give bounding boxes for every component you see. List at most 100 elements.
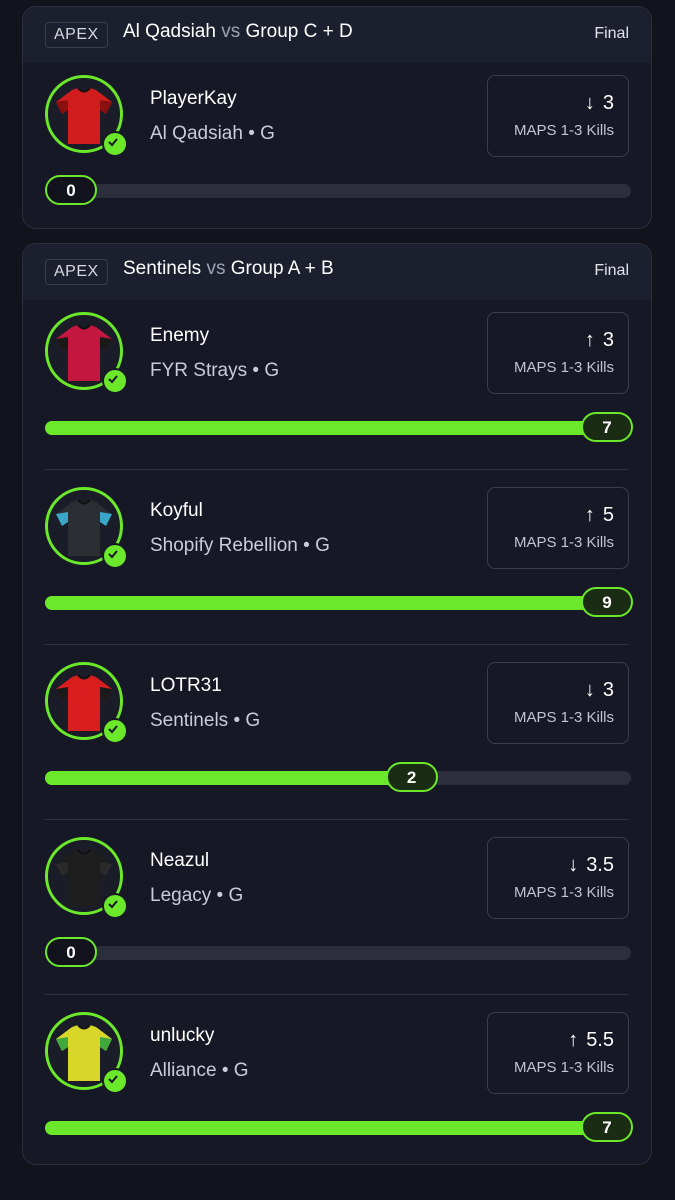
- match-card[interactable]: APEX Al Qadsiah vs Group C + D Final Pla…: [22, 6, 652, 229]
- player-name: PlayerKay: [150, 88, 237, 109]
- checkmark-path: [108, 375, 118, 384]
- game-tag: APEX: [45, 22, 108, 48]
- result-pill: 2: [385, 762, 438, 792]
- jersey-collar: [77, 87, 91, 93]
- progress-fill: [45, 596, 607, 610]
- jersey-sleeve: [56, 512, 68, 526]
- match-header: APEX Sentinels vs Group A + B Final: [23, 244, 651, 300]
- result-pill: 9: [581, 587, 633, 617]
- progress-track: 0: [45, 175, 631, 205]
- jersey-collar: [77, 849, 91, 855]
- jersey-sleeve: [56, 337, 68, 351]
- jersey-sleeve: [56, 687, 68, 701]
- line-number: 5: [602, 504, 614, 526]
- jersey-collar: [77, 1024, 91, 1030]
- line-value: ↑ 3: [585, 329, 614, 352]
- market-label: MAPS 1-3 Kills: [513, 884, 614, 901]
- line-number: 3.5: [586, 854, 614, 876]
- match-card[interactable]: APEX Sentinels vs Group A + B Final Enem…: [22, 243, 652, 1165]
- result-pill: 0: [45, 175, 97, 205]
- vs-label: vs: [206, 258, 226, 279]
- player-name: Enemy: [150, 325, 210, 346]
- checkmark-glyph: [108, 550, 118, 559]
- progress-fill: [45, 771, 412, 785]
- player-name: unlucky: [150, 1025, 215, 1046]
- line-box[interactable]: ↓ 3 MAPS 1-3 Kills: [487, 75, 629, 157]
- player-team: FYR Strays • G: [150, 360, 280, 381]
- checkmark-path: [108, 138, 118, 147]
- team-a: Al Qadsiah: [123, 21, 216, 42]
- line-value: ↓ 3: [585, 92, 614, 115]
- checkmark-path: [108, 1075, 118, 1084]
- checkmark-glyph: [108, 725, 118, 734]
- jersey-sleeve: [56, 100, 68, 114]
- result-pill: 0: [45, 937, 97, 967]
- jersey-sleeve: [56, 862, 68, 876]
- arrow-up-icon: ↑: [568, 1029, 579, 1051]
- market-label: MAPS 1-3 Kills: [513, 122, 614, 139]
- market-label: MAPS 1-3 Kills: [513, 534, 614, 551]
- jersey-sleeve: [100, 862, 112, 876]
- line-box[interactable]: ↓ 3 MAPS 1-3 Kills: [487, 662, 629, 744]
- player-row[interactable]: unlucky Alliance • G ↑ 5.5 MAPS 1-3 Kills…: [23, 1000, 651, 1164]
- line-box[interactable]: ↑ 5.5 MAPS 1-3 Kills: [487, 1012, 629, 1094]
- arrow-up-icon: ↑: [584, 329, 595, 351]
- result-pill: 7: [581, 1112, 633, 1142]
- check-icon: [102, 368, 128, 394]
- line-number: 3: [602, 329, 614, 351]
- line-box[interactable]: ↑ 5 MAPS 1-3 Kills: [487, 487, 629, 569]
- checkmark-glyph: [108, 375, 118, 384]
- jersey-collar: [77, 324, 91, 330]
- market-label: MAPS 1-3 Kills: [513, 1059, 614, 1076]
- page: APEX Al Qadsiah vs Group C + D Final Pla…: [0, 0, 675, 1200]
- line-value: ↓ 3: [585, 679, 614, 702]
- player-team: Al Qadsiah • G: [150, 123, 275, 144]
- player-name: Koyful: [150, 500, 203, 521]
- check-icon: [102, 131, 128, 157]
- team-b: Group C + D: [245, 21, 353, 42]
- jersey-sleeve: [100, 512, 112, 526]
- checkmark-glyph: [108, 1075, 118, 1084]
- market-label: MAPS 1-3 Kills: [513, 709, 614, 726]
- line-value: ↑ 5.5: [568, 1029, 614, 1052]
- jersey-sleeve: [100, 1037, 112, 1051]
- checkmark-path: [108, 900, 118, 909]
- match-status: Final: [594, 25, 629, 42]
- divider: [45, 644, 629, 645]
- jersey-sleeve: [100, 687, 112, 701]
- matchup-title: Sentinels vs Group A + B: [123, 258, 334, 280]
- line-value: ↑ 5: [585, 504, 614, 527]
- line-box[interactable]: ↓ 3.5 MAPS 1-3 Kills: [487, 837, 629, 919]
- line-number: 5.5: [586, 1029, 614, 1051]
- matchup-title: Al Qadsiah vs Group C + D: [123, 21, 353, 43]
- progress-track: 0: [45, 937, 631, 967]
- line-value: ↓ 3.5: [568, 854, 614, 877]
- player-row[interactable]: Neazul Legacy • G ↓ 3.5 MAPS 1-3 Kills 0: [23, 825, 651, 1000]
- player-name: LOTR31: [150, 675, 222, 696]
- player-name: Neazul: [150, 850, 210, 871]
- check-icon: [102, 718, 128, 744]
- player-row[interactable]: PlayerKay Al Qadsiah • G ↓ 3 MAPS 1-3 Kil…: [23, 63, 651, 228]
- progress-track: 7: [45, 412, 633, 442]
- progress-track: 9: [45, 587, 633, 617]
- team-b: Group A + B: [230, 258, 334, 279]
- progress-track: 2: [45, 762, 631, 792]
- jersey-sleeve: [100, 100, 112, 114]
- jersey-collar: [77, 674, 91, 680]
- arrow-down-icon: ↓: [584, 679, 595, 701]
- divider: [45, 994, 629, 995]
- player-team: Shopify Rebellion • G: [150, 535, 330, 556]
- arrow-up-icon: ↑: [584, 504, 595, 526]
- player-row[interactable]: LOTR31 Sentinels • G ↓ 3 MAPS 1-3 Kills 2: [23, 650, 651, 825]
- player-team: Sentinels • G: [150, 710, 261, 731]
- checkmark-glyph: [108, 138, 118, 147]
- player-row[interactable]: Koyful Shopify Rebellion • G ↑ 5 MAPS 1-3…: [23, 475, 651, 650]
- line-box[interactable]: ↑ 3 MAPS 1-3 Kills: [487, 312, 629, 394]
- result-pill: 7: [581, 412, 633, 442]
- game-tag: APEX: [45, 259, 108, 285]
- jersey-collar: [77, 499, 91, 505]
- market-label: MAPS 1-3 Kills: [513, 359, 614, 376]
- player-team: Legacy • G: [150, 885, 244, 906]
- jersey-sleeve: [100, 337, 112, 351]
- player-row[interactable]: Enemy FYR Strays • G ↑ 3 MAPS 1-3 Kills 7: [23, 300, 651, 475]
